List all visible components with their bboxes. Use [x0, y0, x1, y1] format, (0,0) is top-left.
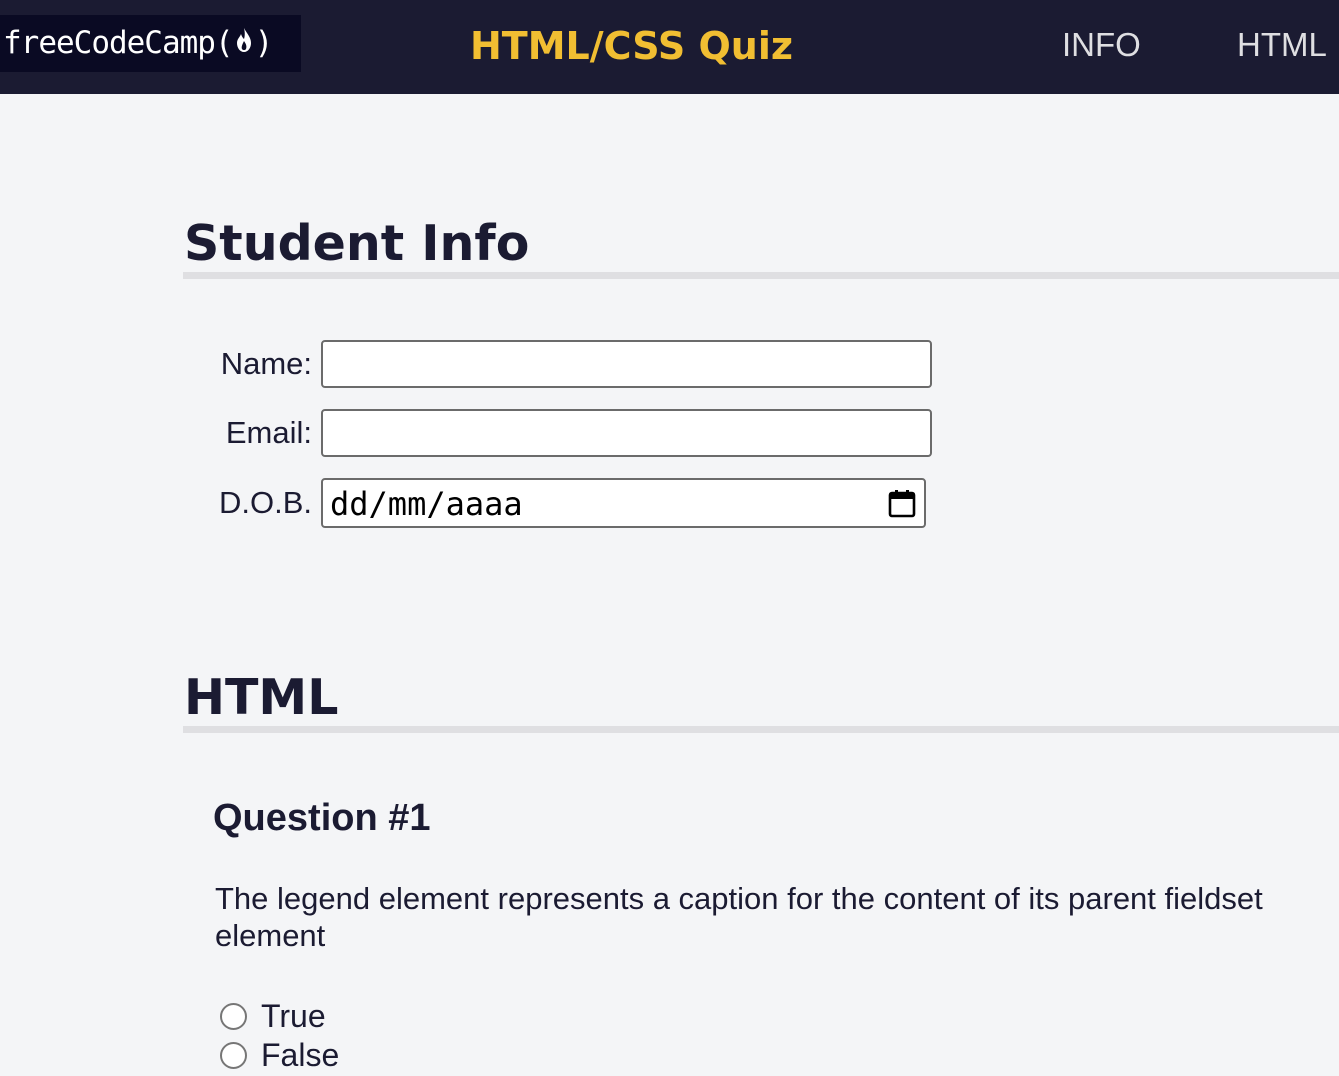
- dob-label: D.O.B.: [218, 485, 312, 520]
- freecodecamp-logo[interactable]: freeCodeCamp(): [0, 15, 301, 72]
- calendar-icon[interactable]: [888, 489, 916, 519]
- logo-text-start: freeCodeCamp(: [3, 25, 234, 61]
- quiz-title: HTML/CSS Quiz: [470, 24, 793, 68]
- answer-option-false[interactable]: False: [220, 1037, 339, 1073]
- flame-icon: [234, 16, 254, 73]
- radio-button[interactable]: [220, 1002, 247, 1030]
- html-section-divider: [183, 726, 1339, 733]
- top-navbar: freeCodeCamp() HTML/CSS Quiz INFO HTML: [0, 0, 1339, 94]
- dob-date-value: dd/mm/aaaa: [330, 485, 523, 523]
- email-input[interactable]: [321, 409, 932, 457]
- question-title: Question #1: [213, 797, 431, 839]
- radio-button[interactable]: [220, 1041, 247, 1069]
- name-input[interactable]: [321, 340, 932, 388]
- dob-date-input[interactable]: dd/mm/aaaa: [321, 478, 926, 528]
- answer-option-true[interactable]: True: [220, 998, 326, 1034]
- student-info-divider: [183, 272, 1339, 279]
- html-section-heading: HTML: [184, 669, 339, 726]
- student-info-heading: Student Info: [184, 215, 530, 272]
- name-label: Name:: [220, 346, 312, 381]
- nav-link-html[interactable]: HTML: [1237, 25, 1327, 65]
- answer-label-false: False: [261, 1037, 340, 1073]
- question-text: The legend element represents a caption …: [215, 881, 1263, 953]
- answer-label-true: True: [261, 998, 326, 1034]
- logo-text-end: ): [254, 25, 274, 61]
- email-label: Email:: [225, 415, 312, 450]
- nav-link-info[interactable]: INFO: [1062, 25, 1141, 65]
